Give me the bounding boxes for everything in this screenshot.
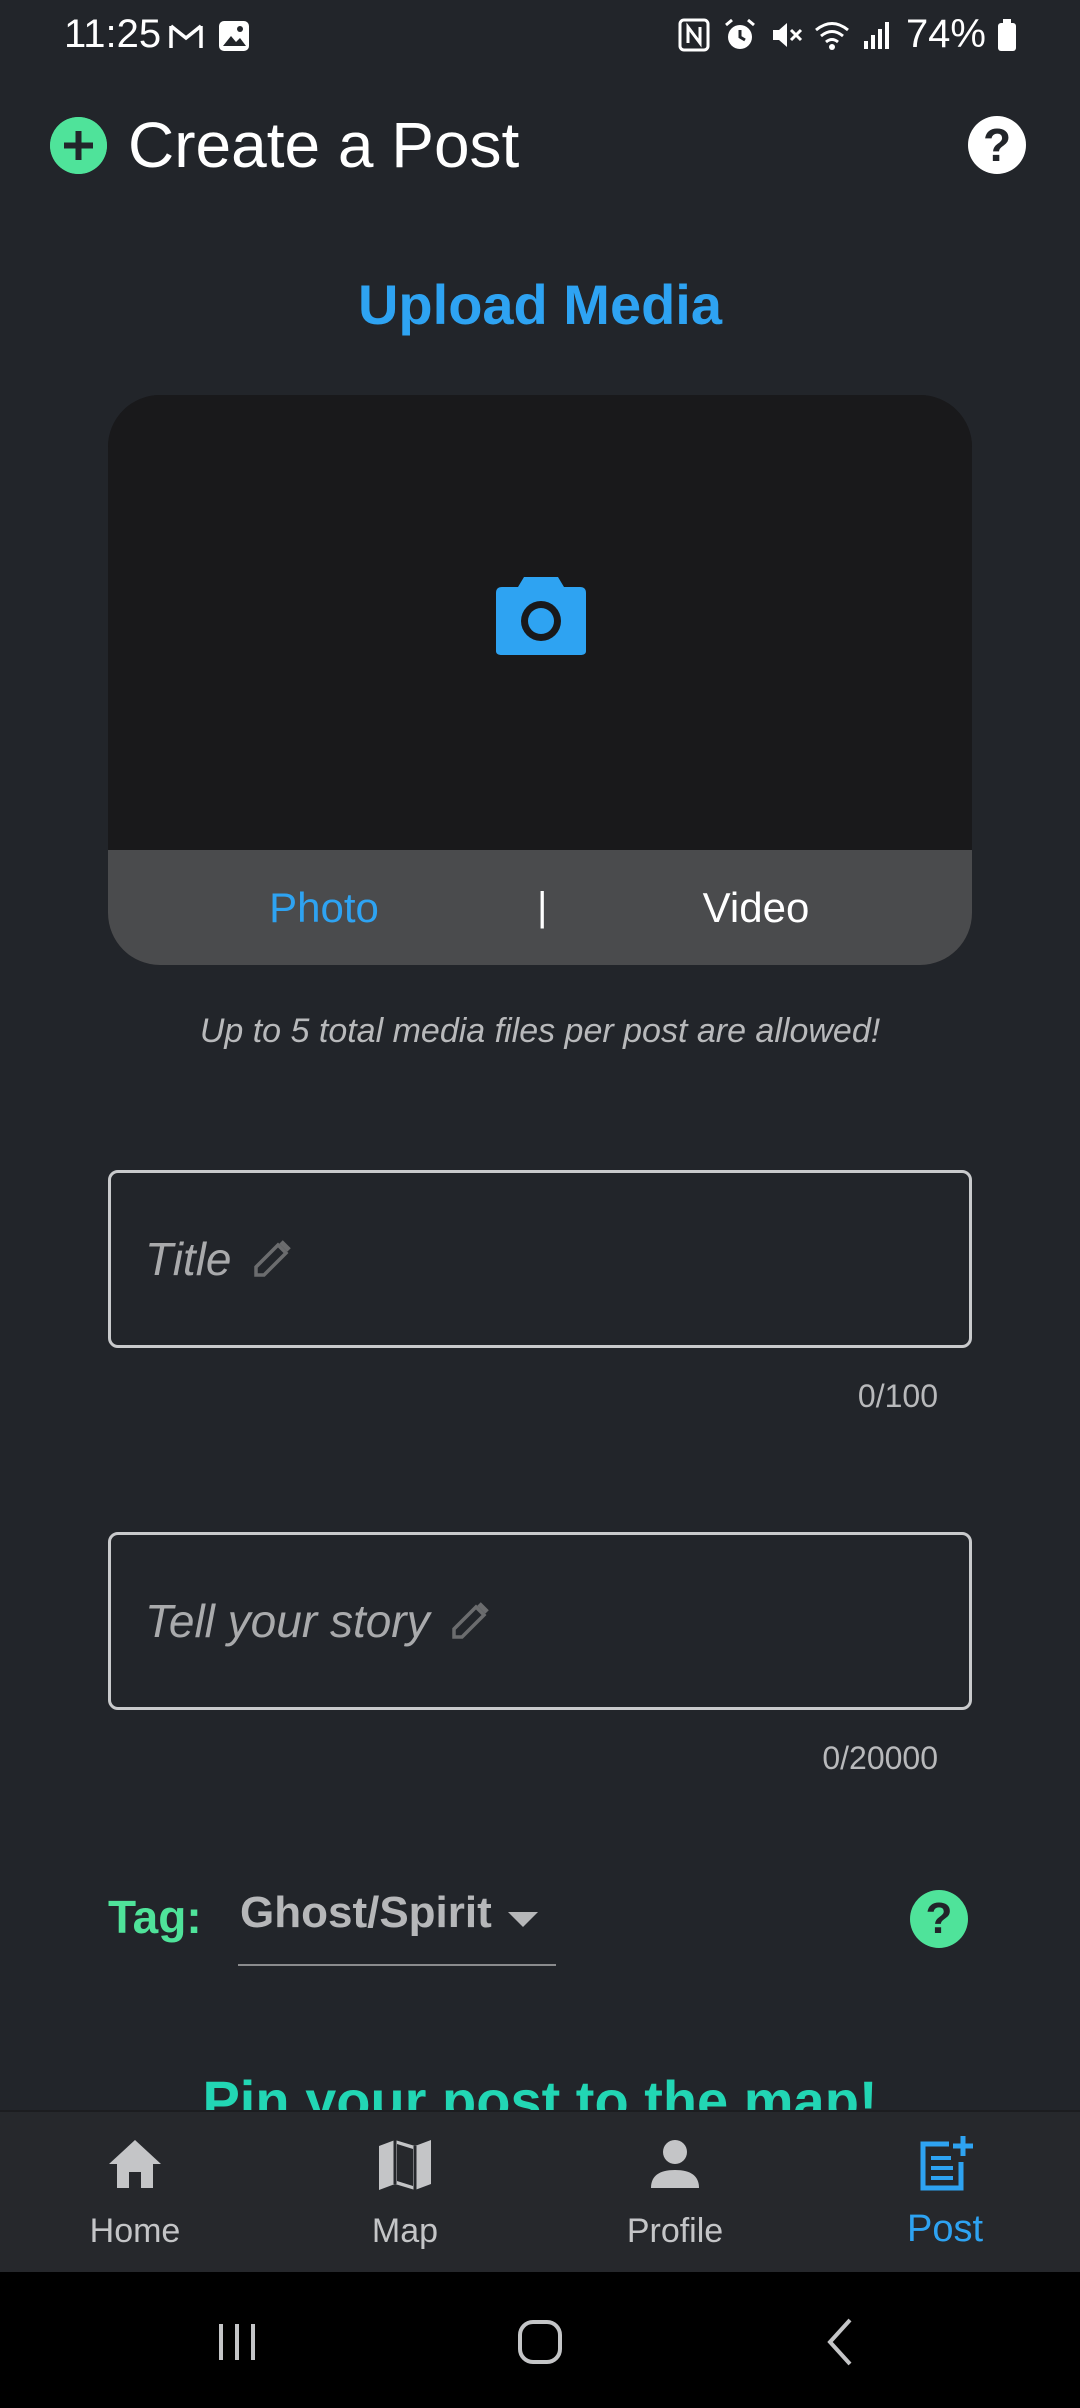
media-upload-card: Photo | Video — [108, 395, 972, 965]
media-preview-area[interactable] — [108, 395, 972, 850]
mute-icon — [772, 22, 802, 47]
nav-item-post[interactable]: Post — [810, 2112, 1080, 2274]
nav-label-map: Map — [371, 2212, 439, 2250]
gmail-icon — [169, 24, 203, 48]
dropdown-arrow-icon — [508, 1912, 538, 1927]
tab-video[interactable]: Video — [540, 850, 972, 965]
story-input[interactable]: Tell your story — [108, 1532, 972, 1710]
status-notification-icons — [168, 18, 252, 54]
alarm-icon — [724, 18, 755, 49]
nfc-icon — [678, 18, 710, 51]
home-button-icon[interactable] — [510, 2312, 570, 2372]
tag-selected-value: Ghost/Spirit — [240, 1888, 492, 1937]
gallery-icon — [219, 21, 249, 51]
title-char-counter: 0/100 — [857, 1378, 938, 1414]
tab-photo[interactable]: Photo — [108, 850, 540, 965]
back-icon[interactable] — [812, 2312, 872, 2372]
signal-icon — [863, 21, 889, 49]
status-system-icons: 74% — [676, 12, 1018, 57]
wifi-icon — [814, 21, 849, 50]
help-button[interactable]: ? — [968, 116, 1026, 174]
nav-item-home[interactable]: Home — [0, 2112, 270, 2274]
tag-label: Tag: — [108, 1891, 202, 1943]
system-navigation-bar — [0, 2272, 1080, 2408]
nav-label-home: Home — [89, 2212, 181, 2250]
tag-dropdown[interactable]: Ghost/Spirit — [238, 1880, 556, 1966]
post-add-icon — [920, 2136, 973, 2191]
camera-icon[interactable] — [494, 575, 588, 657]
status-bar: 11:25 74% — [0, 0, 1080, 72]
page-title: Create a Post — [128, 109, 520, 181]
title-placeholder: Title — [145, 1173, 294, 1345]
media-limit-note: Up to 5 total media files per post are a… — [199, 1012, 881, 1050]
app-header: Create a Post ? — [0, 100, 1080, 190]
recent-apps-icon[interactable] — [207, 2312, 267, 2372]
battery-percent: 74% — [905, 12, 986, 56]
status-time: 11:25 — [64, 12, 162, 56]
add-circle-icon — [50, 117, 107, 174]
story-placeholder-text: Tell your story — [145, 1595, 430, 1647]
story-placeholder: Tell your story — [145, 1535, 492, 1707]
upload-media-heading: Upload Media — [357, 273, 723, 336]
person-icon — [651, 2140, 699, 2188]
nav-label-post: Post — [906, 2208, 984, 2250]
create-post-screen: 11:25 74% Create a Post ? Upload Media P… — [0, 0, 1080, 2408]
battery-icon — [998, 18, 1016, 51]
nav-item-map[interactable]: Map — [270, 2112, 540, 2274]
title-input[interactable]: Title — [108, 1170, 972, 1348]
pencil-icon — [253, 1240, 291, 1277]
map-icon — [379, 2140, 431, 2190]
tag-help-button[interactable]: ? — [910, 1890, 968, 1948]
title-placeholder-text: Title — [145, 1233, 232, 1285]
bottom-navigation: Home Map Profile Post — [0, 2110, 1080, 2272]
media-type-tabs: Photo | Video — [108, 850, 972, 965]
nav-item-profile[interactable]: Profile — [540, 2112, 810, 2274]
nav-label-profile: Profile — [626, 2212, 724, 2250]
pencil-icon — [451, 1602, 489, 1639]
home-icon — [109, 2140, 161, 2188]
story-char-counter: 0/20000 — [822, 1740, 938, 1776]
